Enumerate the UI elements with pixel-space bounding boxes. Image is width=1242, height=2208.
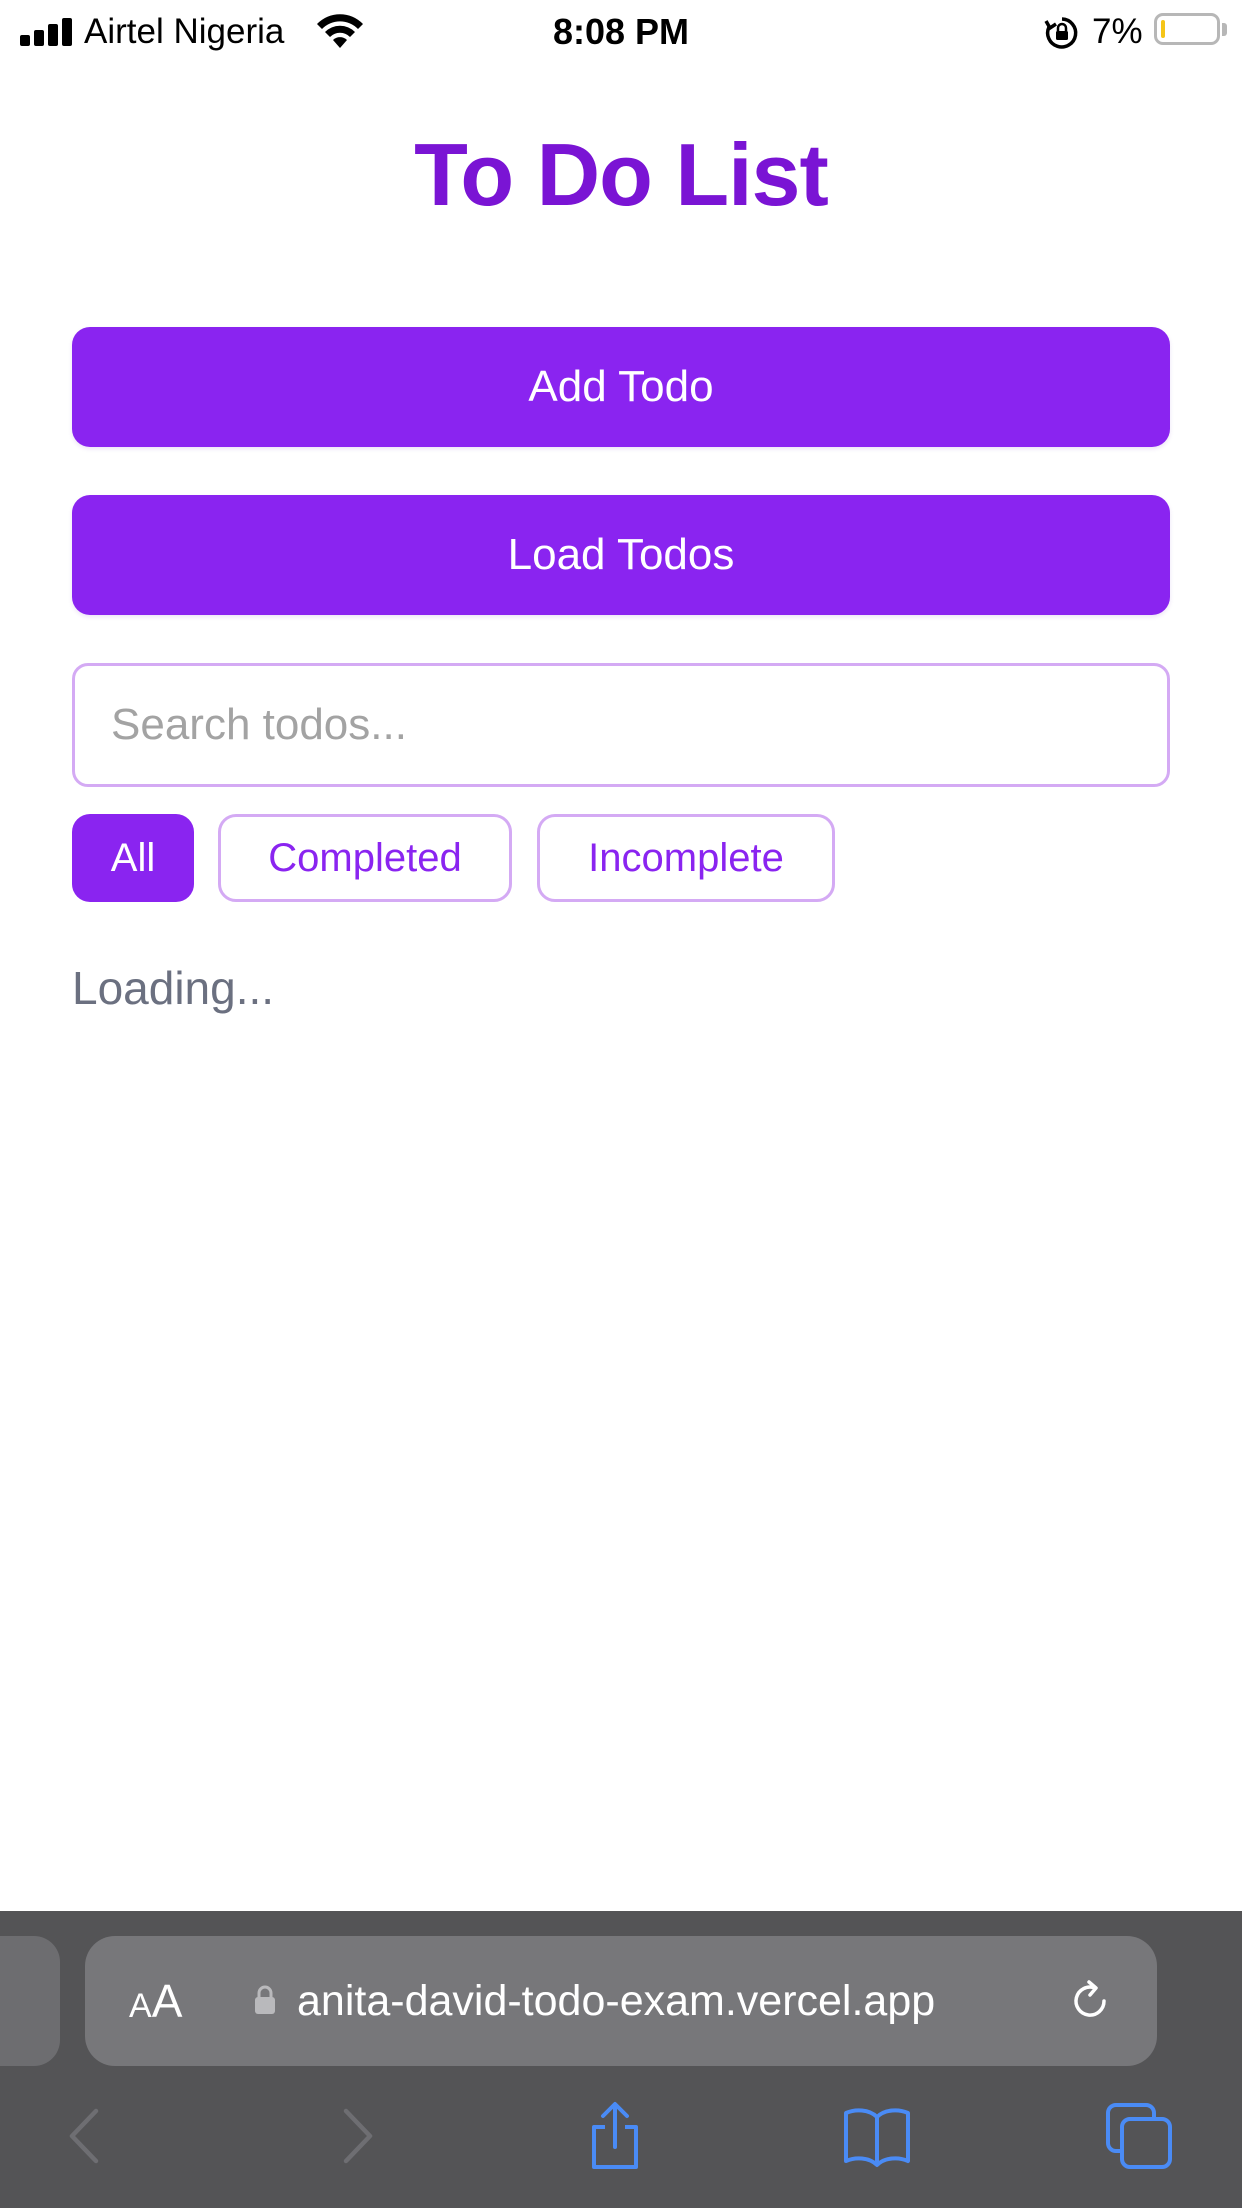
browser-toolbar: AA anita-david-todo-exam.vercel.app [0,1911,1242,2208]
load-todos-button[interactable]: Load Todos [72,495,1170,615]
add-todo-button[interactable]: Add Todo [72,327,1170,447]
lock-icon [255,1985,275,2014]
battery-icon [1154,13,1220,45]
status-bar: Airtel Nigeria 8:08 PM 7% [0,0,1242,64]
orientation-lock-icon [1044,17,1078,49]
address-bar[interactable]: AA anita-david-todo-exam.vercel.app [85,1936,1157,2066]
screen: Airtel Nigeria 8:08 PM 7% To Do List Add… [0,0,1242,2208]
chevron-right-icon[interactable] [320,2101,390,2171]
previous-tab-peek[interactable] [0,1936,60,2066]
battery-percentage: 7% [1092,12,1143,51]
share-icon[interactable] [580,2101,650,2171]
url-text: anita-david-todo-exam.vercel.app [297,1977,936,2025]
battery-cap [1222,23,1227,36]
page-title: To Do List [414,125,829,224]
text-size-small-label: A [129,1987,152,2025]
text-size-big-label: A [151,1975,183,2027]
search-input[interactable] [72,663,1170,787]
filter-all-button[interactable]: All [72,814,194,902]
battery-level-fill [1161,20,1165,38]
filter-incomplete-button[interactable]: Incomplete [537,814,835,902]
filter-completed-button[interactable]: Completed [218,814,512,902]
text-size-button[interactable]: AA [129,1978,182,2036]
reload-icon[interactable] [1065,1976,1115,2026]
chevron-left-icon[interactable] [52,2101,122,2171]
loading-status: Loading... [72,962,275,1014]
book-icon[interactable] [842,2101,912,2171]
tabs-icon[interactable] [1104,2101,1174,2171]
